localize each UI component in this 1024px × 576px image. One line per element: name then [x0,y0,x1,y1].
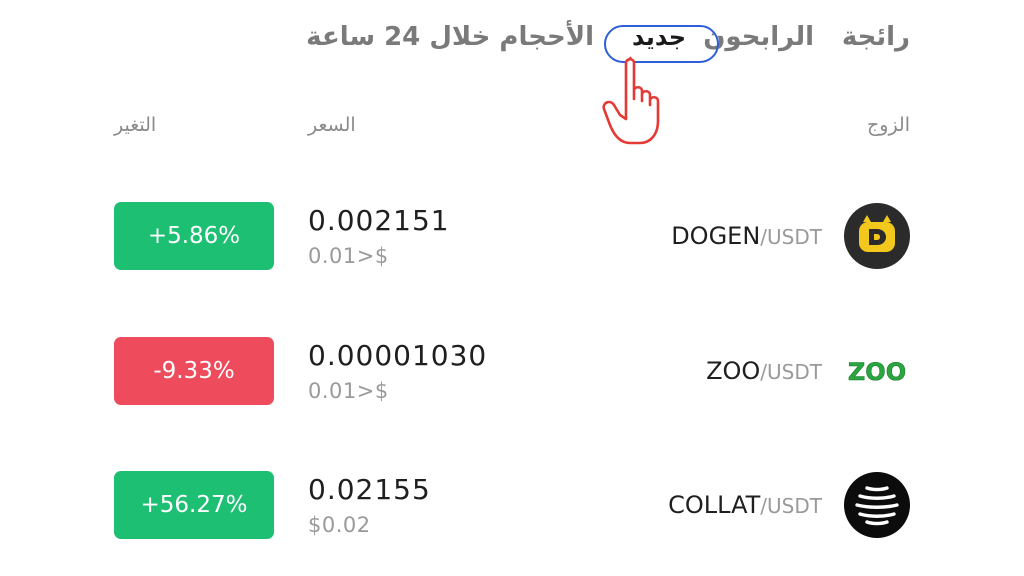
column-header-pair: الزوج [867,114,910,136]
pair-label: DOGEN/USDT [671,222,822,250]
collat-logo-icon [844,472,910,538]
table-row[interactable]: +56.27% 0.02155 $0.02 COLLAT/USDT [0,471,1024,571]
zoo-logo-text: ZOO [848,358,906,386]
dogen-logo-icon [844,203,910,269]
price-usd: 0.01>$ [308,244,389,268]
price-usd: $0.02 [308,513,371,537]
column-header-change: التغير [114,114,157,136]
change-badge: -9.33% [114,337,274,405]
change-badge: +56.27% [114,471,274,539]
column-header-price: السعر [308,114,356,136]
tab-trending[interactable]: رائجة [842,22,910,52]
price-value: 0.002151 [308,204,450,237]
pair-label: ZOO/USDT [706,357,822,385]
pair-base: COLLAT [668,491,761,519]
tab-new[interactable]: جديد [632,23,686,51]
pointer-hand-icon [602,56,660,145]
tab-24h-volume[interactable]: الأحجام خلال 24 ساعة [306,22,594,52]
pair-label: COLLAT/USDT [668,491,822,519]
market-list-screen: رائجة الرابحون جديد الأحجام خلال 24 ساعة… [0,0,1024,576]
price-usd: 0.01>$ [308,379,389,403]
change-badge: +5.86% [114,202,274,270]
zoo-logo-icon: ZOO [848,358,907,387]
pair-base: ZOO [706,357,761,385]
price-value: 0.02155 [308,473,431,506]
tab-gainers[interactable]: الرابحون [703,22,814,52]
pair-quote: /USDT [760,494,822,518]
table-row[interactable]: +5.86% 0.002151 0.01>$ DOGEN/USDT [0,202,1024,302]
price-value: 0.00001030 [308,339,488,372]
table-row[interactable]: -9.33% 0.00001030 0.01>$ ZOO/USDT ZOO [0,337,1024,437]
pair-quote: /USDT [760,360,822,384]
pair-quote: /USDT [760,225,822,249]
pair-base: DOGEN [671,222,761,250]
